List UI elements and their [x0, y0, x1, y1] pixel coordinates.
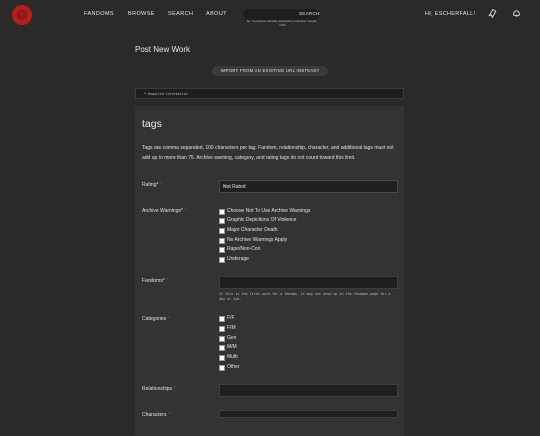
- nav-search[interactable]: SEARCH: [168, 11, 193, 17]
- bell-icon[interactable]: [512, 9, 521, 18]
- characters-input[interactable]: [219, 410, 398, 418]
- import-from-url-button[interactable]: IMPORT FROM AN EXISTING URL INSTEAD?: [212, 66, 328, 76]
- categories-label: Categories *: [142, 316, 171, 322]
- checkbox[interactable]: [219, 218, 225, 224]
- chevron-down-icon: ⌄: [223, 183, 228, 189]
- user-greeting[interactable]: HI, ESCHERFALL!: [425, 11, 475, 17]
- checkbox[interactable]: [219, 247, 225, 253]
- tags-description: Tags are comma separated, 100 characters…: [142, 145, 394, 162]
- checkbox[interactable]: [219, 355, 225, 361]
- checkbox[interactable]: [219, 326, 225, 332]
- search-button[interactable]: SEARCH: [299, 11, 320, 16]
- checkbox[interactable]: [219, 209, 225, 215]
- fandoms-label: Fandoms* *: [142, 278, 169, 284]
- checkbox[interactable]: [219, 238, 225, 244]
- top-navigation: FANDOMS BROWSE SEARCH ABOUT SEARCH tip: …: [0, 0, 540, 30]
- checkbox[interactable]: [219, 316, 225, 322]
- checkbox[interactable]: [219, 228, 225, 234]
- nav-browse[interactable]: BROWSE: [128, 11, 155, 17]
- fandoms-input[interactable]: [219, 276, 398, 289]
- archive-warnings-label: Archive Warnings* *: [142, 208, 187, 214]
- rating-label: Rating* *: [142, 182, 163, 188]
- characters-label: Characters *: [142, 412, 171, 418]
- relationships-label: Relationships *: [142, 386, 176, 392]
- required-notice: * Required information: [135, 88, 404, 99]
- relationships-input[interactable]: [219, 384, 398, 397]
- checkbox[interactable]: [219, 345, 225, 351]
- search-tip: tip: "sometime rebuilds (coloration) col…: [246, 19, 318, 27]
- ao3-logo-icon[interactable]: [12, 5, 32, 25]
- fandoms-hint: If this is the first work for a fandom, …: [219, 292, 391, 301]
- tags-heading: tags: [142, 118, 162, 130]
- checkbox[interactable]: [219, 336, 225, 342]
- rating-select[interactable]: Not Rated ⌄: [219, 180, 398, 193]
- nav-fandoms[interactable]: FANDOMS: [84, 11, 114, 17]
- page-title: Post New Work: [135, 45, 190, 54]
- nav-about[interactable]: ABOUT: [206, 11, 227, 17]
- checkbox[interactable]: [219, 257, 225, 263]
- bookmark-icon[interactable]: [488, 8, 497, 19]
- checkbox[interactable]: [219, 365, 225, 371]
